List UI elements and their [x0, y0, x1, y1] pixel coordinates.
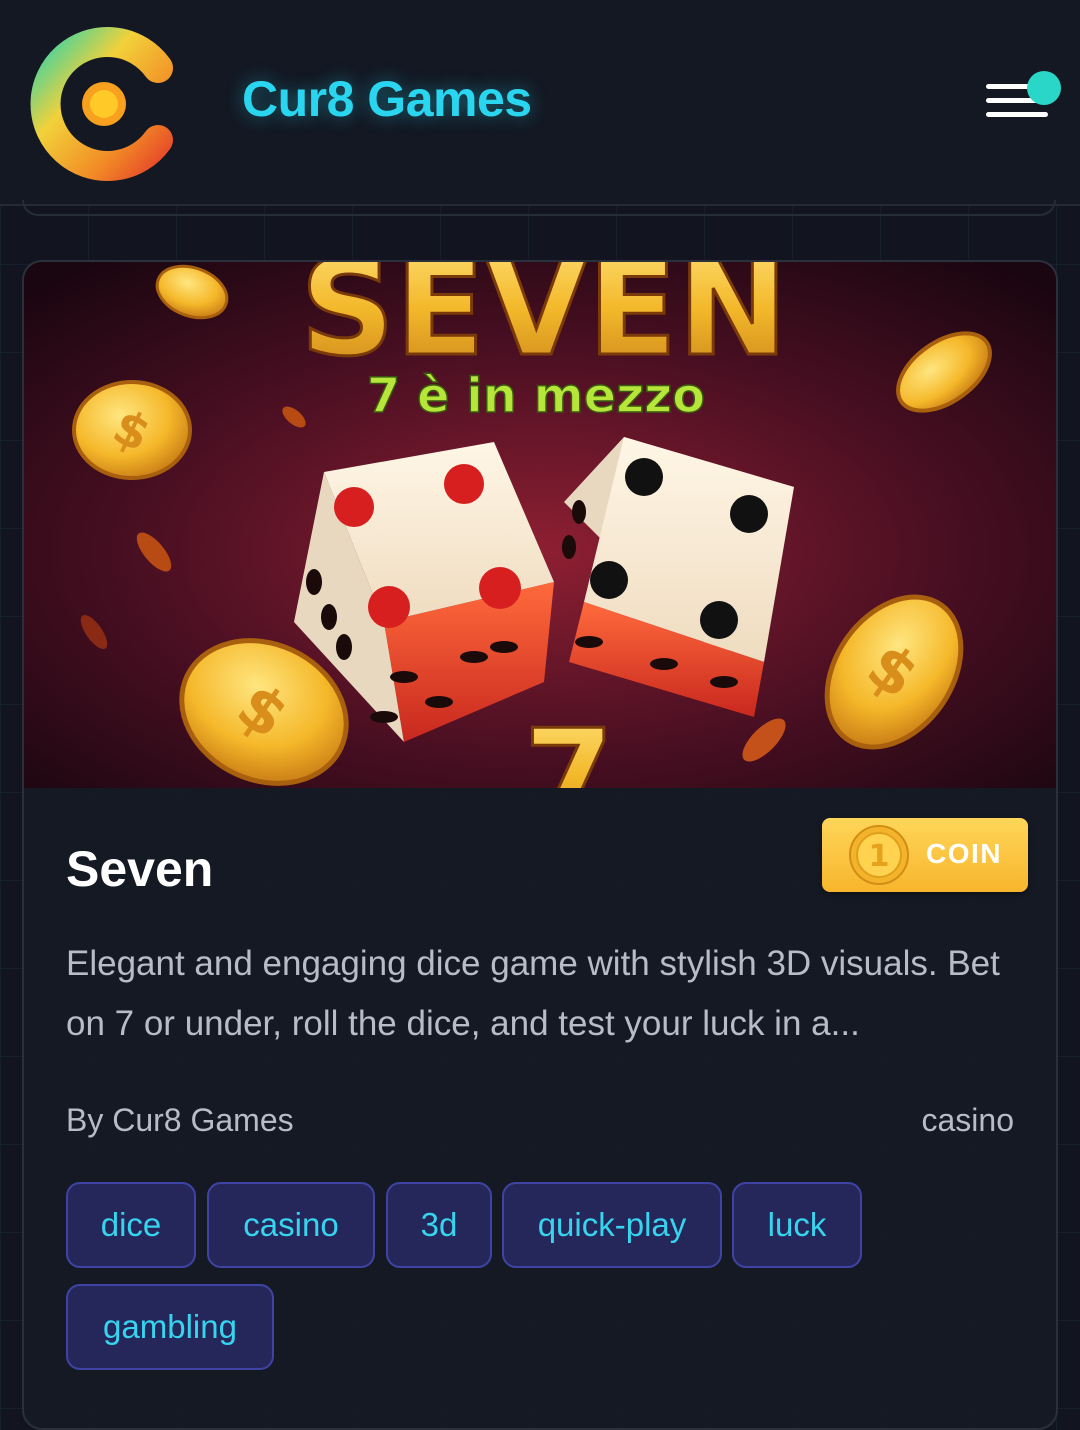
tag-dice[interactable]: dice: [66, 1182, 196, 1268]
tag-casino[interactable]: casino: [207, 1182, 375, 1268]
collapsed-panel-edge: [22, 200, 1056, 216]
hamburger-menu-icon[interactable]: [982, 68, 1064, 128]
coin-left: $: [72, 380, 192, 480]
game-author: By Cur8 Games: [66, 1102, 294, 1138]
game-thumbnail[interactable]: SEVEN 7 è in mezzo $ $ $ 7: [24, 262, 1058, 788]
tag-luck[interactable]: luck: [732, 1182, 862, 1268]
app-header: Cur8 Games: [0, 0, 1080, 206]
coin-amount: 1: [869, 839, 890, 874]
game-card[interactable]: SEVEN 7 è in mezzo $ $ $ 7 1 COIN Seven …: [22, 260, 1058, 1430]
price-badge[interactable]: 1 COIN: [822, 818, 1028, 892]
cur8-logo-icon[interactable]: [30, 26, 180, 182]
brand-title[interactable]: Cur8 Games: [242, 70, 532, 128]
art-subtitle-text: 7 è in mezzo: [367, 368, 705, 424]
game-description: Elegant and engaging dice game with styl…: [66, 944, 1000, 1043]
coin-icon: 1: [849, 825, 909, 885]
price-badge-label: COIN: [926, 838, 1002, 869]
game-title[interactable]: Seven: [66, 840, 213, 898]
tag-3d[interactable]: 3d: [386, 1182, 492, 1268]
tag-gambling[interactable]: gambling: [66, 1284, 274, 1370]
art-bottom-number: 7: [524, 701, 614, 788]
tag-quick-play[interactable]: quick-play: [502, 1182, 722, 1268]
game-category: casino: [921, 1102, 1015, 1138]
notification-dot: [1027, 71, 1061, 105]
